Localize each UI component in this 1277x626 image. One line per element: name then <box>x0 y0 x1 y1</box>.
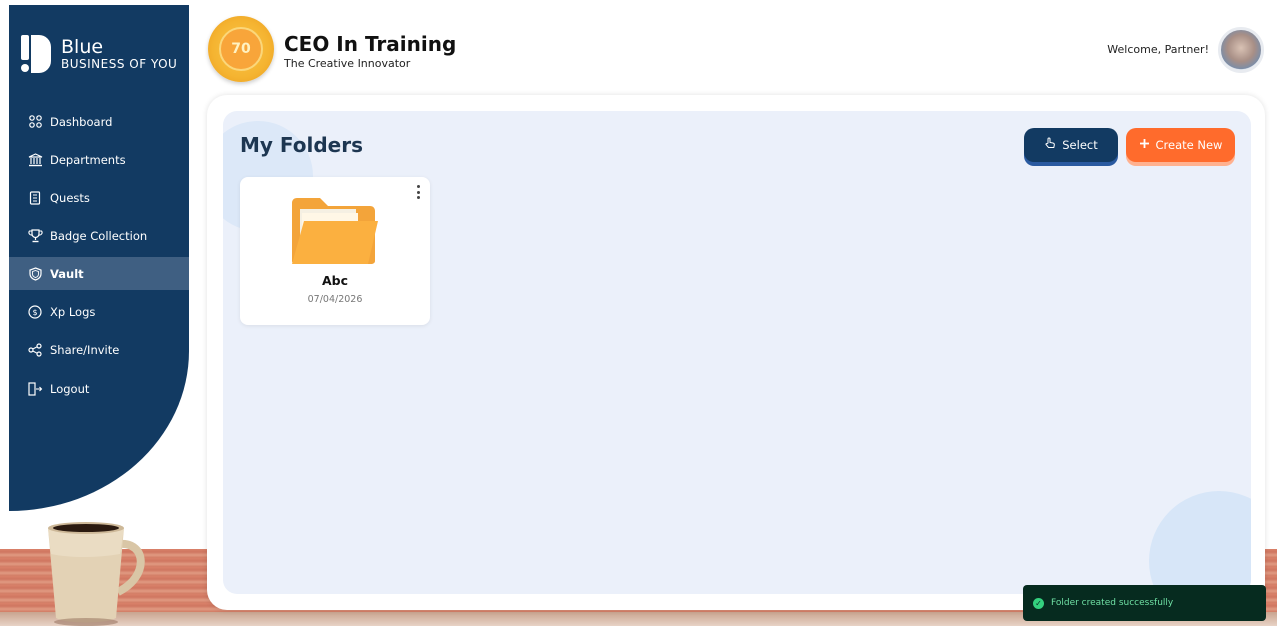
rank-title: CEO In Training <box>284 32 457 56</box>
folder-date: 07/04/2026 <box>307 294 363 305</box>
sidebar-item-label: Badge Collection <box>50 228 148 243</box>
share-icon <box>27 342 43 358</box>
sidebar-item-label: Share/Invite <box>50 342 120 357</box>
sidebar-item-label: Vault <box>50 266 84 281</box>
brand-tagline: BUSINESS OF YOU <box>61 57 178 71</box>
check-circle-icon: ✓ <box>1033 597 1044 609</box>
blue-logo-icon <box>21 35 53 73</box>
decorative-bubble <box>1149 491 1251 594</box>
sidebar-item-label: Dashboard <box>50 114 113 129</box>
bank-icon <box>27 152 43 168</box>
sidebar-nav: Dashboard Departments Quests Badge Colle… <box>9 105 189 410</box>
sidebar-item-label: Xp Logs <box>50 304 96 319</box>
rank-subtitle: The Creative Innovator <box>284 57 411 70</box>
scroll-icon <box>27 190 43 206</box>
sidebar-item-badge-collection[interactable]: Badge Collection <box>9 219 189 252</box>
create-new-button-label: Create New <box>1155 138 1223 152</box>
sidebar-item-logout[interactable]: Logout <box>9 372 189 405</box>
page-title: My Folders <box>240 133 363 157</box>
grid-icon <box>27 114 43 130</box>
sidebar-item-share-invite[interactable]: Share/Invite <box>9 333 189 366</box>
shield-icon <box>27 266 43 282</box>
select-button[interactable]: Select <box>1024 128 1118 162</box>
welcome-message: Welcome, Partner! <box>1107 43 1209 56</box>
sidebar-item-vault[interactable]: Vault <box>9 257 189 290</box>
more-options-icon[interactable] <box>414 185 422 199</box>
folder-icon <box>292 198 378 264</box>
sidebar-item-label: Quests <box>50 190 90 205</box>
avatar[interactable] <box>1218 27 1264 73</box>
coffee-cup-image <box>48 522 145 626</box>
success-toast[interactable]: ✓ Folder created successfully <box>1023 585 1266 621</box>
svg-text:$: $ <box>32 308 37 317</box>
logout-icon <box>27 381 43 397</box>
dollar-circle-icon: $ <box>27 304 43 320</box>
create-new-button[interactable]: Create New <box>1126 128 1235 162</box>
toast-message: Folder created successfully <box>1051 598 1174 608</box>
level-medal-badge: 70 <box>208 16 274 82</box>
sidebar-item-departments[interactable]: Departments <box>9 143 189 176</box>
sidebar-item-label: Logout <box>50 381 90 396</box>
sidebar: Blue BUSINESS OF YOU Dashboard Departmen… <box>9 5 189 511</box>
trophy-icon <box>27 228 43 244</box>
folders-area: My Folders Select Create New Abc 07/04/2… <box>223 111 1251 594</box>
sidebar-item-quests[interactable]: Quests <box>9 181 189 214</box>
sidebar-item-xp-logs[interactable]: $ Xp Logs <box>9 295 189 328</box>
brand-logo[interactable]: Blue BUSINESS OF YOU <box>21 35 177 73</box>
folder-name: Abc <box>321 273 349 288</box>
select-button-label: Select <box>1062 138 1098 152</box>
sidebar-item-dashboard[interactable]: Dashboard <box>9 105 189 138</box>
level-value: 70 <box>219 27 263 71</box>
plus-icon <box>1139 138 1150 153</box>
brand-name: Blue <box>61 36 104 58</box>
sidebar-item-label: Departments <box>50 152 126 167</box>
folder-card[interactable]: Abc 07/04/2026 <box>240 177 430 325</box>
pointer-hand-icon <box>1044 137 1056 153</box>
